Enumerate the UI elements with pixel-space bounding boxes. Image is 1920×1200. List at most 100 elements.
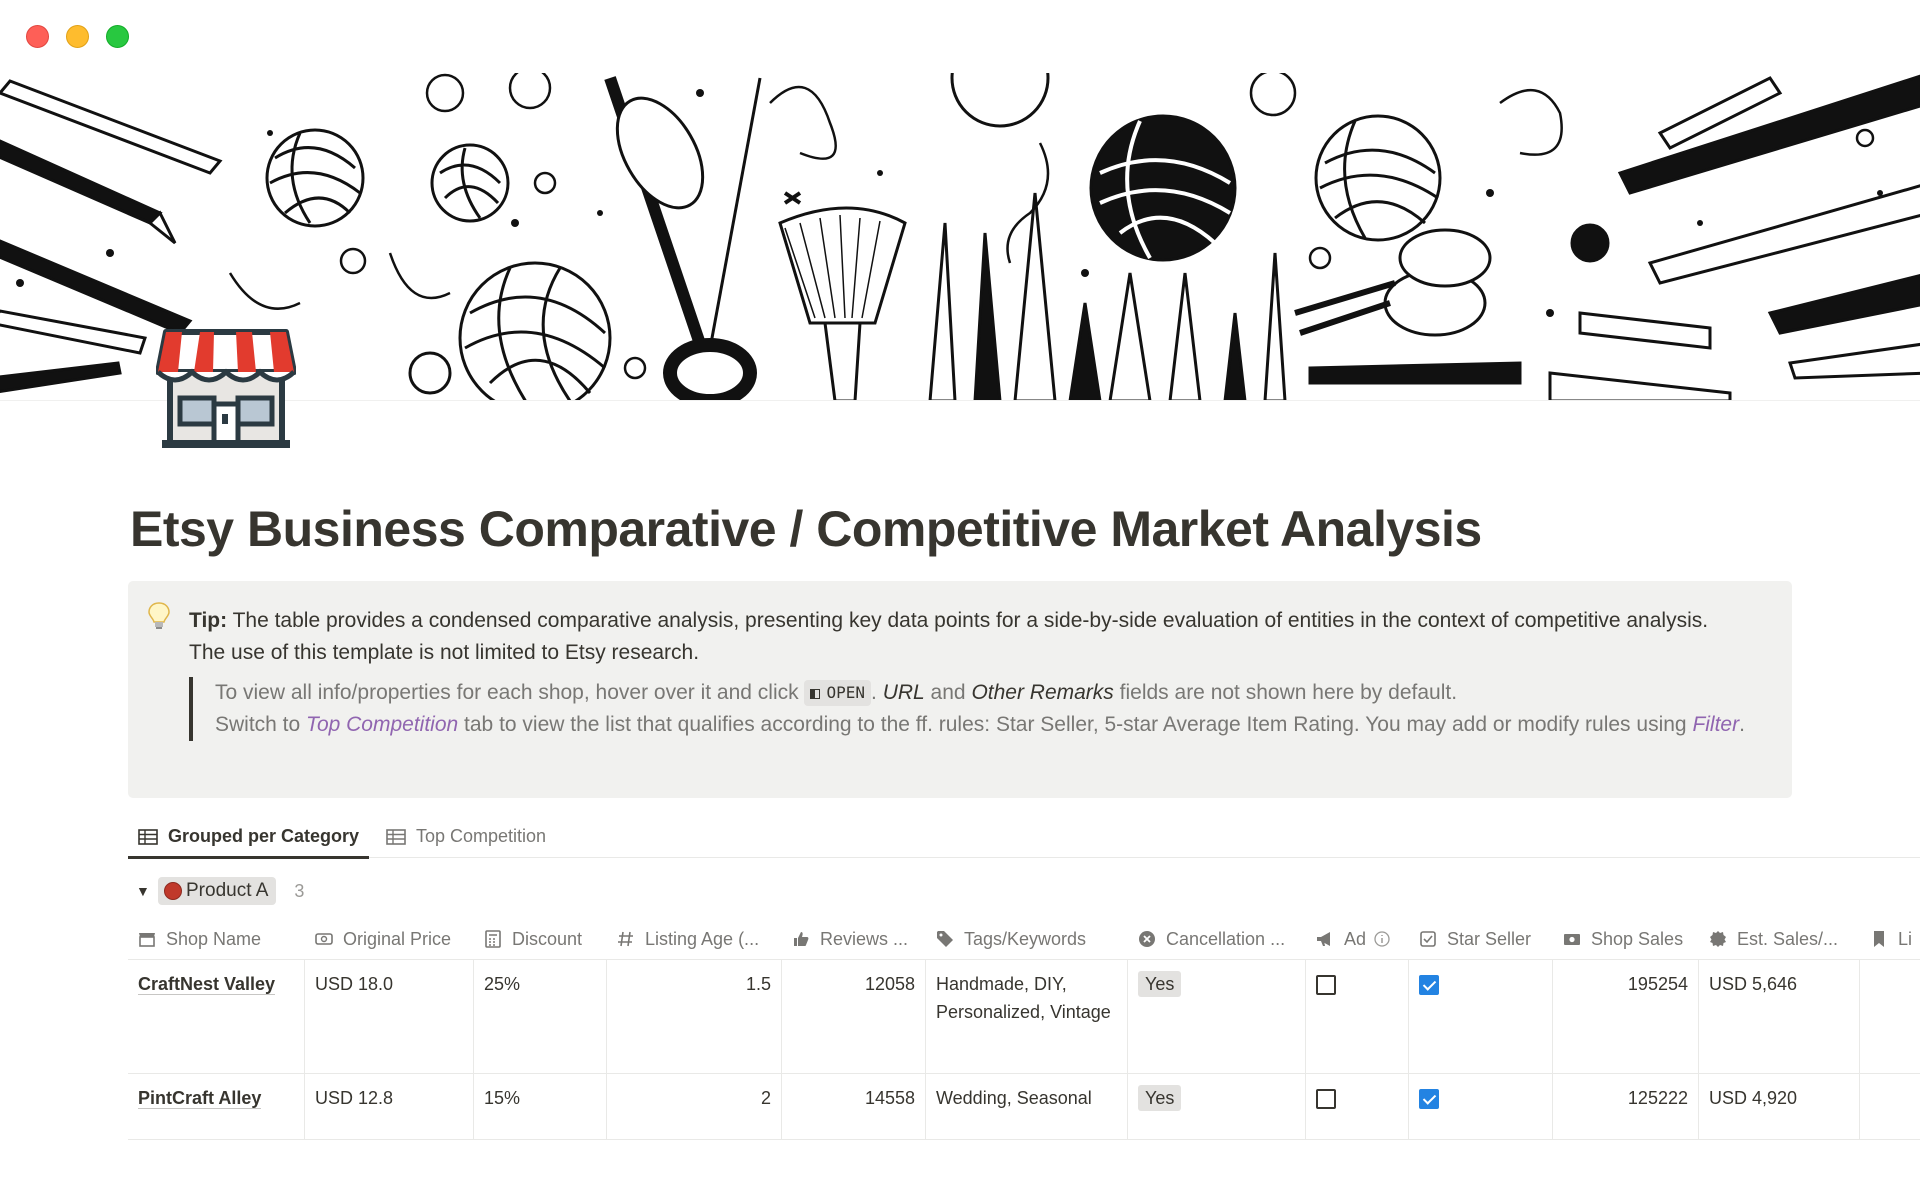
est-sales-cell[interactable]: USD 5,646 — [1699, 960, 1860, 1073]
shop-sales-cell[interactable]: 125222 — [1553, 1074, 1699, 1139]
column-header-reviews[interactable]: Reviews ... — [782, 918, 926, 960]
checkbox-icon — [1420, 931, 1436, 947]
x-circle-icon — [1139, 931, 1155, 947]
original-price-cell[interactable]: USD 12.8 — [305, 1074, 474, 1139]
price-tag-icon — [315, 933, 333, 945]
column-label: Listing Age (... — [645, 928, 760, 949]
quote-text: and — [930, 681, 966, 704]
quote-text: Switch to — [215, 713, 301, 736]
discount-cell[interactable]: 15% — [474, 1074, 607, 1139]
tip-callout: Tip: The table provides a condensed comp… — [128, 581, 1792, 798]
shop-name-cell[interactable]: PintCraft Alley — [128, 1074, 305, 1139]
star-seller-checkbox[interactable] — [1419, 975, 1439, 995]
bookmark-icon — [1874, 931, 1884, 947]
tab-label: Top Competition — [416, 826, 547, 846]
page-title: Etsy Business Comparative / Competitive … — [130, 501, 1482, 557]
calculator-icon — [485, 930, 501, 948]
quote-text: . — [871, 681, 877, 704]
column-header-shop-name[interactable]: Shop Name — [128, 918, 305, 960]
ad-checkbox[interactable] — [1316, 1089, 1336, 1109]
window-titlebar — [0, 0, 1920, 73]
column-header-li[interactable]: Li — [1860, 918, 1920, 960]
open-code-chip: OPEN — [804, 680, 871, 706]
column-label: Cancellation ... — [1166, 928, 1286, 949]
column-label: Est. Sales/... — [1737, 928, 1839, 949]
money-icon — [1564, 934, 1580, 945]
column-label: Discount — [512, 928, 583, 949]
column-label: Li — [1898, 928, 1913, 949]
zoom-window-button[interactable] — [106, 25, 129, 48]
tag-icon — [937, 931, 953, 947]
table-row[interactable]: CraftNest Valley USD 18.0 25% 1.5 12058 … — [128, 960, 1920, 1074]
hash-icon — [618, 931, 633, 947]
instructions-quote: To view all info/properties for each sho… — [189, 677, 1749, 741]
info-icon[interactable] — [1374, 931, 1390, 947]
ad-cell[interactable] — [1306, 1074, 1409, 1139]
group-header: ▼ Product A 3 — [128, 875, 304, 907]
filter-link[interactable]: Filter — [1692, 713, 1739, 736]
badge-icon — [1710, 931, 1726, 947]
star-seller-checkbox[interactable] — [1419, 1089, 1439, 1109]
column-header-cancellation[interactable]: Cancellation ... — [1128, 918, 1306, 960]
minimize-window-button[interactable] — [66, 25, 89, 48]
est-sales-cell[interactable]: USD 4,920 — [1699, 1074, 1860, 1139]
table-row[interactable]: PintCraft Alley USD 12.8 15% 2 14558 Wed… — [128, 1074, 1920, 1140]
shop-name[interactable]: PintCraft Alley — [138, 1088, 262, 1109]
column-label: Ad — [1344, 928, 1367, 949]
column-label: Star Seller — [1447, 928, 1532, 949]
top-competition-link[interactable]: Top Competition — [306, 713, 458, 736]
tags-cell[interactable]: Wedding, Seasonal — [926, 1074, 1128, 1139]
ad-cell[interactable] — [1306, 960, 1409, 1073]
storefront-icon — [155, 328, 297, 452]
column-header-tags[interactable]: Tags/Keywords — [926, 918, 1128, 960]
tab-grouped-per-category[interactable]: Grouped per Category — [127, 815, 370, 859]
li-cell[interactable] — [1860, 1074, 1920, 1139]
quote-text: To view all info/properties for each sho… — [215, 681, 799, 704]
column-header-original-price[interactable]: Original Price — [305, 918, 474, 960]
cancellation-chip: Yes — [1138, 1085, 1182, 1111]
shop-sales-cell[interactable]: 195254 — [1553, 960, 1699, 1073]
megaphone-icon — [1317, 932, 1330, 946]
column-header-est-sales[interactable]: Est. Sales/... — [1699, 918, 1860, 960]
column-header-listing-age[interactable]: Listing Age (... — [607, 918, 782, 960]
star-seller-cell[interactable] — [1409, 1074, 1553, 1139]
li-cell[interactable] — [1860, 960, 1920, 1073]
tags-cell[interactable]: Handmade, DIY, Personalized, Vintage — [926, 960, 1128, 1073]
shop-name-cell[interactable]: CraftNest Valley — [128, 960, 305, 1073]
lightbulb-icon — [148, 601, 170, 631]
close-window-button[interactable] — [26, 25, 49, 48]
shop-name[interactable]: CraftNest Valley — [138, 974, 276, 995]
cancellation-cell[interactable]: Yes — [1128, 1074, 1306, 1139]
tab-label: Grouped per Category — [168, 826, 360, 846]
ad-checkbox[interactable] — [1316, 975, 1336, 995]
column-header-star-seller[interactable]: Star Seller — [1409, 918, 1553, 960]
tab-top-competition[interactable]: Top Competition — [386, 815, 546, 858]
listing-age-cell[interactable]: 1.5 — [607, 960, 782, 1073]
original-price-cell[interactable]: USD 18.0 — [305, 960, 474, 1073]
view-tabs: Grouped per Category Top Competition — [127, 815, 1920, 859]
quote-line-1: To view all info/properties for each sho… — [215, 677, 1749, 709]
yarn-ball-icon — [164, 882, 182, 900]
cancellation-chip: Yes — [1138, 971, 1182, 997]
thumbs-up-icon — [794, 932, 809, 946]
tip-label: Tip: — [189, 609, 228, 632]
column-label: Reviews ... — [820, 928, 909, 949]
table-icon — [386, 828, 406, 845]
table-icon — [138, 828, 158, 845]
star-seller-cell[interactable] — [1409, 960, 1553, 1073]
column-label: Tags/Keywords — [964, 928, 1087, 949]
cancellation-cell[interactable]: Yes — [1128, 960, 1306, 1073]
group-count: 3 — [294, 880, 305, 901]
group-pill[interactable]: Product A — [158, 877, 277, 905]
listing-age-cell[interactable]: 2 — [607, 1074, 782, 1139]
group-label: Product A — [186, 880, 269, 901]
column-header-ad[interactable]: Ad — [1306, 918, 1409, 960]
quote-text: . — [1739, 713, 1745, 736]
discount-cell[interactable]: 25% — [474, 960, 607, 1073]
reviews-cell[interactable]: 12058 — [782, 960, 926, 1073]
column-header-discount[interactable]: Discount — [474, 918, 607, 960]
reviews-cell[interactable]: 14558 — [782, 1074, 926, 1139]
column-header-shop-sales[interactable]: Shop Sales — [1553, 918, 1699, 960]
remarks-field-mention: Other Remarks — [971, 681, 1114, 704]
collapse-caret-icon[interactable]: ▼ — [128, 883, 158, 899]
